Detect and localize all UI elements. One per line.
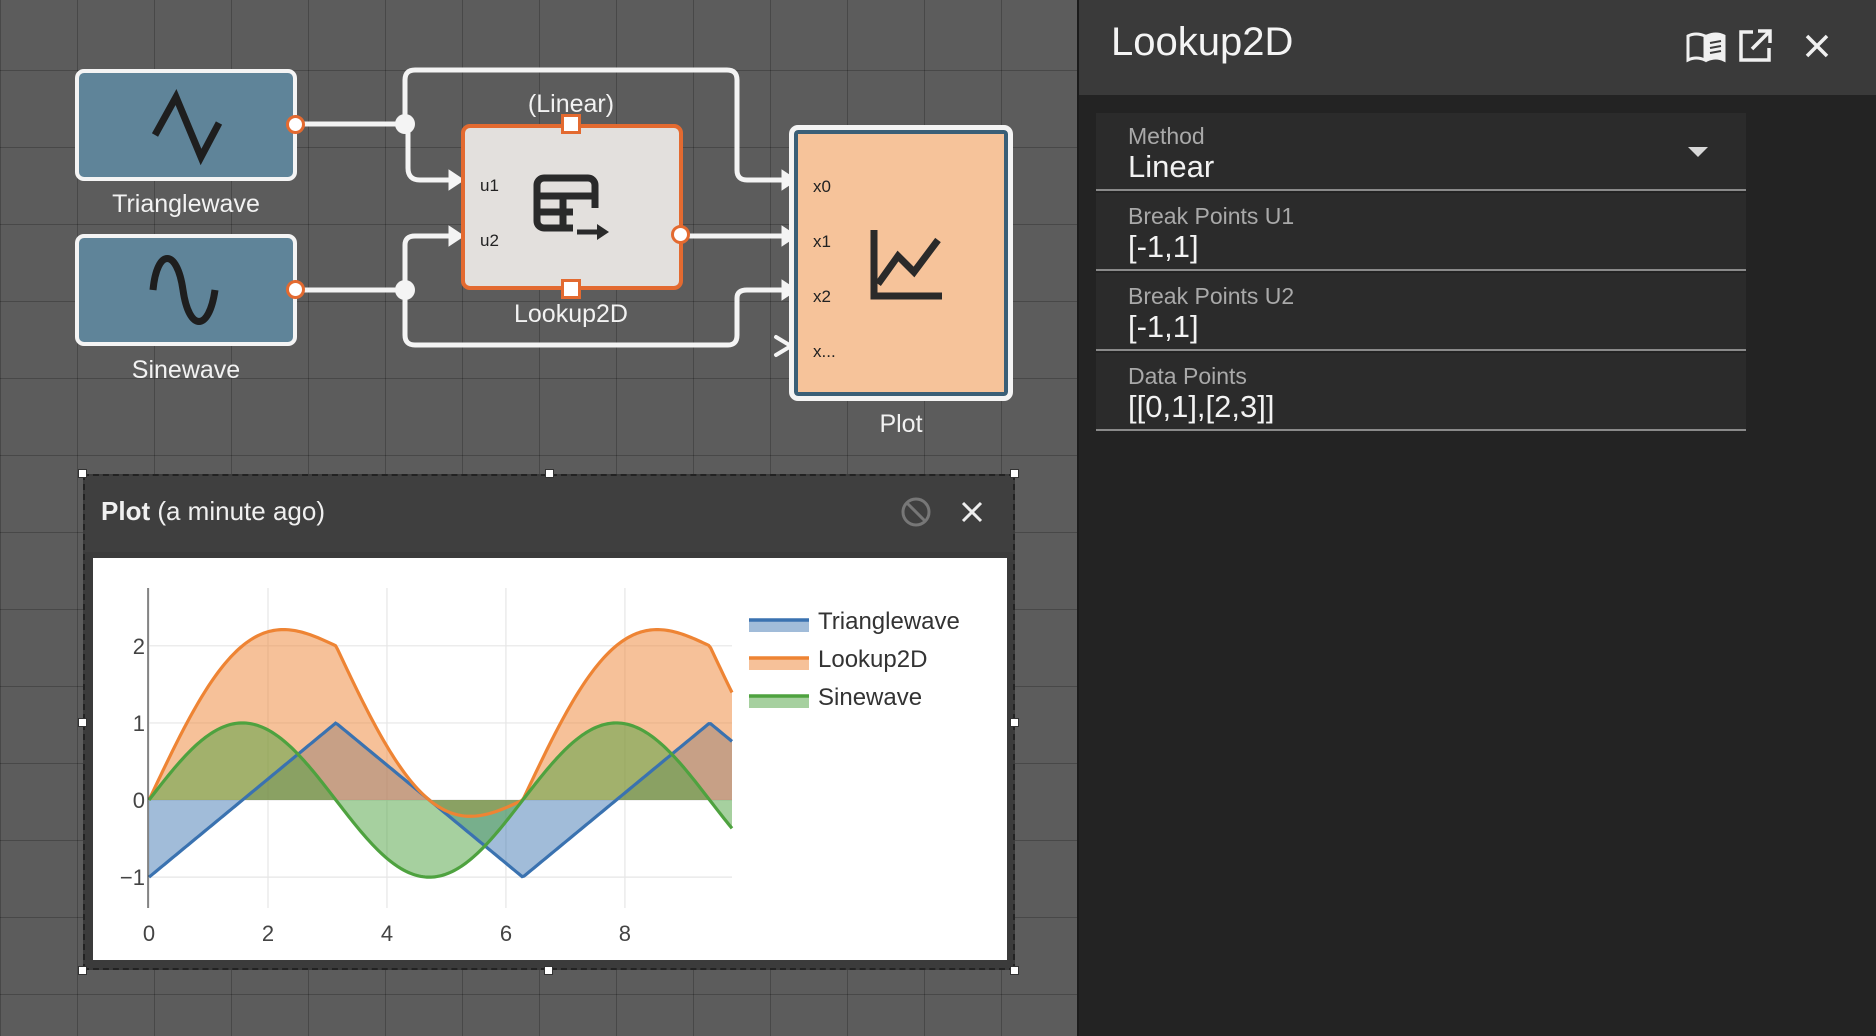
data-points-field[interactable]: Data Points [[0,1],[2,3]]: [1096, 353, 1746, 431]
resize-handle-se[interactable]: [1010, 966, 1019, 975]
lookup-bottom-port[interactable]: [561, 279, 581, 299]
legend-swatch-fill: [749, 658, 809, 670]
break-points-u1-field[interactable]: Break Points U1 [-1,1]: [1096, 193, 1746, 271]
legend-entry-lookup2d[interactable]: Lookup2D: [818, 646, 927, 673]
x-tick-label: 0: [143, 921, 155, 946]
break-points-u2-value[interactable]: [-1,1]: [1128, 309, 1199, 345]
x-tick-label: 4: [381, 921, 393, 946]
plot-area[interactable]: 0 2 4 6 8 −1 0 1 2 Trianglewave Lookup2D Sinewave: [93, 558, 1007, 960]
wire-sine-to-lookup: [293, 233, 458, 293]
junction-sine: [395, 280, 415, 300]
legend-swatch-fill: [749, 620, 809, 632]
lookup2d-label: Lookup2D: [514, 300, 628, 328]
method-value: Linear: [1128, 149, 1215, 184]
panel-header: Lookup2D: [1079, 0, 1876, 95]
plot-window-header[interactable]: Plot (a minute ago): [85, 476, 1013, 552]
close-icon[interactable]: [1797, 26, 1837, 66]
chart-svg[interactable]: 0 2 4 6 8 −1 0 1 2 Trianglewave Lookup2D Sinewave: [93, 558, 1007, 960]
data-points-label: Data Points: [1128, 363, 1247, 389]
break-points-u1-value[interactable]: [-1,1]: [1128, 229, 1199, 265]
sine-wave-icon: [149, 255, 219, 325]
resize-handle-nw[interactable]: [78, 469, 87, 478]
sinewave-block[interactable]: [75, 234, 297, 346]
properties-panel: Lookup2D Method Linear Break Points U1 […: [1077, 0, 1876, 1036]
resize-handle-s[interactable]: [544, 966, 553, 975]
plot-block[interactable]: x0 x1 x2 x...: [789, 125, 1013, 401]
method-select[interactable]: Method Linear: [1096, 113, 1746, 191]
block-icon[interactable]: [899, 495, 933, 529]
legend-entry-sinewave[interactable]: Sinewave: [818, 684, 922, 711]
break-points-u2-field[interactable]: Break Points U2 [-1,1]: [1096, 273, 1746, 351]
sinewave-label: Sinewave: [131, 356, 241, 384]
x-tick-label: 6: [500, 921, 512, 946]
legend-entry-trianglewave[interactable]: Trianglewave: [818, 608, 960, 635]
trianglewave-block[interactable]: [75, 69, 297, 181]
resize-handle-w[interactable]: [78, 718, 87, 727]
close-icon[interactable]: [955, 495, 989, 529]
plot-block-label: Plot: [879, 410, 923, 438]
trianglewave-output-port[interactable]: [286, 115, 305, 134]
plot-window-title-name: Plot: [101, 496, 151, 526]
lookup-port-u2-label: u2: [480, 231, 499, 250]
plot-port-x2-label: x2: [813, 287, 831, 306]
plot-window-title: Plot (a minute ago): [101, 496, 325, 527]
trianglewave-label: Trianglewave: [112, 190, 260, 218]
plot-port-x0-label: x0: [813, 177, 831, 196]
resize-handle-sw[interactable]: [78, 966, 87, 975]
plot-port-xmore-label: x...: [813, 342, 836, 361]
dropdown-arrow-icon[interactable]: [1686, 145, 1710, 159]
lookup-output-port[interactable]: [671, 225, 690, 244]
lookup-port-u1-label: u1: [480, 176, 499, 195]
break-points-u1-label: Break Points U1: [1128, 203, 1295, 229]
junction-triangle: [395, 114, 415, 134]
plot-window-timestamp: (a minute ago): [157, 496, 325, 526]
resize-handle-n[interactable]: [545, 469, 554, 478]
book-icon[interactable]: [1686, 26, 1726, 66]
data-points-value[interactable]: [[0,1],[2,3]]: [1128, 389, 1274, 425]
sinewave-output-port[interactable]: [286, 280, 305, 299]
y-tick-label: −1: [120, 865, 145, 890]
plot-port-x1-label: x1: [813, 232, 831, 251]
method-label: Method: [1128, 123, 1205, 149]
open-in-new-icon[interactable]: [1735, 26, 1775, 66]
break-points-u2-label: Break Points U2: [1128, 283, 1295, 309]
plot-window[interactable]: Plot (a minute ago) 0 2 4 6 8 −1 0 1 2 Trianglewa…: [83, 474, 1015, 970]
legend-swatch-fill: [749, 696, 809, 708]
lookup-top-port[interactable]: [561, 114, 581, 134]
y-tick-label: 2: [133, 634, 145, 659]
line-chart-icon: [870, 230, 942, 300]
triangle-wave-icon: [151, 88, 223, 166]
panel-title: Lookup2D: [1111, 20, 1294, 64]
wire-triangle-to-lookup: [293, 121, 458, 183]
resize-handle-ne[interactable]: [1010, 469, 1019, 478]
diagram-canvas[interactable]: Trianglewave Sinewave (Linear) u1 u2 Loo…: [0, 0, 1077, 1036]
y-tick-label: 1: [133, 711, 145, 736]
table-lookup-icon: [533, 174, 609, 240]
x-tick-label: 8: [619, 921, 631, 946]
lookup2d-block[interactable]: u1 u2: [461, 124, 683, 290]
resize-handle-e[interactable]: [1010, 718, 1019, 727]
x-tick-label: 2: [262, 921, 274, 946]
y-tick-label: 0: [133, 788, 145, 813]
